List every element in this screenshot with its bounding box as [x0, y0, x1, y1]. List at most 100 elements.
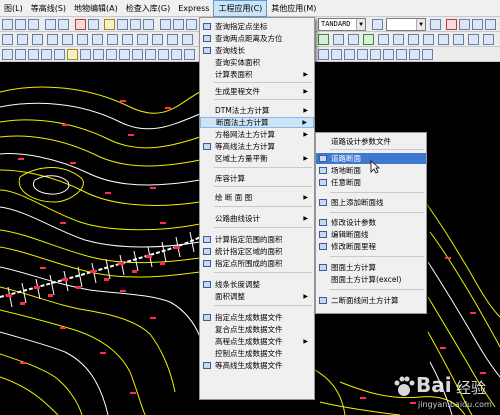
dim-style-icon[interactable]	[372, 19, 383, 30]
circle-icon[interactable]	[15, 49, 26, 60]
menu-item-draw-section[interactable]: 绘 断 面 图 ▶	[200, 192, 314, 203]
menu-item-balance[interactable]: 区域土方量平衡 ▶	[200, 153, 314, 164]
submenu-item-edit-params[interactable]: 修改设计参数	[316, 217, 426, 228]
menu-item-area-adjust[interactable]: 面积调整 ▶	[200, 291, 314, 302]
grid-icon[interactable]	[80, 49, 91, 60]
edit-icon[interactable]	[333, 34, 344, 45]
multileader-icon[interactable]	[459, 19, 470, 30]
hatch-icon[interactable]	[423, 34, 434, 45]
submenu-item-any-section[interactable]: 任意断面	[316, 177, 426, 188]
node-icon[interactable]	[318, 34, 329, 45]
menu-item-grid-earthwork[interactable]: 方格网法土方计算 ▶	[200, 129, 314, 140]
ring-icon[interactable]	[41, 49, 52, 60]
menu-item-point-datafile[interactable]: 指定点生成数据文件	[200, 312, 314, 323]
grid-icon[interactable]	[158, 49, 169, 60]
chart-icon[interactable]	[92, 34, 103, 45]
menu-engineering[interactable]: 工程应用(C)	[213, 0, 268, 17]
chart-icon[interactable]	[182, 34, 193, 45]
edit-icon[interactable]	[348, 34, 359, 45]
grid-icon[interactable]	[106, 49, 117, 60]
menu-other-apps[interactable]: 其他应用(M)	[267, 0, 320, 17]
menu-contour[interactable]: 等高线(S)	[27, 0, 70, 17]
grid-icon[interactable]	[132, 49, 143, 60]
menu-check-import[interactable]: 检查入库(G)	[122, 0, 174, 17]
menu-item-query-length[interactable]: 查询线长	[200, 45, 314, 56]
hatch-icon[interactable]	[453, 34, 464, 45]
table-icon[interactable]	[88, 19, 99, 30]
menu-item-range-area[interactable]: 计算指定范围的面积	[200, 234, 314, 245]
redo-icon[interactable]	[58, 19, 69, 30]
hatch-icon[interactable]	[378, 34, 389, 45]
menu-item-section-earthwork[interactable]: 断面法土方计算 ▶	[200, 117, 314, 128]
chart-icon[interactable]	[62, 34, 73, 45]
chart-icon[interactable]	[137, 34, 148, 45]
grid-icon[interactable]	[383, 49, 394, 60]
curve-icon[interactable]	[32, 34, 43, 45]
hatch-icon[interactable]	[438, 34, 449, 45]
layer-icon[interactable]	[186, 19, 197, 30]
pan-icon[interactable]	[28, 19, 39, 30]
submenu-item-edit-section-line[interactable]: 编辑断面线	[316, 229, 426, 240]
dim-style-combo[interactable]: ▼	[386, 18, 426, 31]
polyline-icon[interactable]	[17, 34, 28, 45]
grid-icon[interactable]	[422, 49, 433, 60]
chevron-down-icon[interactable]: ▼	[356, 19, 365, 30]
zoom-window-icon[interactable]	[15, 19, 26, 30]
menu-item-contour-datafile[interactable]: 等高线生成数据文件	[200, 360, 314, 371]
submenu-item-edit-mileage[interactable]: 修改断面里程	[316, 241, 426, 252]
help-icon[interactable]	[173, 19, 184, 30]
submenu-item-add-section-line[interactable]: 图上添加断面线	[316, 197, 426, 208]
menu-item-capacity[interactable]: 库容计算	[200, 173, 314, 184]
submenu-item-earthwork-excel[interactable]: 图面土方计算(excel)	[316, 274, 426, 285]
dtm-icon[interactable]	[363, 34, 374, 45]
block-icon[interactable]	[75, 19, 86, 30]
menu-feature-edit[interactable]: 地物编辑(A)	[70, 0, 122, 17]
grid-icon[interactable]	[184, 49, 195, 60]
grid-icon[interactable]	[93, 49, 104, 60]
measure-icon[interactable]	[160, 19, 171, 30]
copy-icon[interactable]	[130, 19, 141, 30]
chart-icon[interactable]	[77, 34, 88, 45]
chevron-down-icon[interactable]: ▼	[416, 19, 425, 30]
menu-item-control-datafile[interactable]: 控制点生成数据文件	[200, 348, 314, 359]
hatch-icon[interactable]	[483, 34, 494, 45]
grid-icon[interactable]	[145, 49, 156, 60]
ellipse-icon[interactable]	[28, 49, 39, 60]
table-style-icon[interactable]	[430, 19, 441, 30]
view-icon[interactable]	[485, 19, 496, 30]
grid-icon[interactable]	[370, 49, 381, 60]
menu-express[interactable]: Express	[174, 0, 213, 17]
menu-item-elevation-datafile[interactable]: 高程点生成数据文件 ▶	[200, 336, 314, 347]
submenu-item-road-params[interactable]: 道路设计参数文件	[316, 136, 426, 147]
hatch-icon[interactable]	[408, 34, 419, 45]
chart-icon[interactable]	[47, 34, 58, 45]
menu-item-query-area[interactable]: 查询实体面积	[200, 57, 314, 68]
chart-icon[interactable]	[167, 34, 178, 45]
menu-item-point-area[interactable]: 指定点所围成的面积	[200, 258, 314, 269]
menu-item-query-distance[interactable]: 查询两点距离及方位	[200, 33, 314, 44]
menu-item-composite-datafile[interactable]: 复合点生成数据文件	[200, 324, 314, 335]
pencil-icon[interactable]	[104, 19, 115, 30]
grid-icon[interactable]	[396, 49, 407, 60]
rotate-icon[interactable]	[143, 19, 154, 30]
grid-icon[interactable]	[344, 49, 355, 60]
menu-item-region-area[interactable]: 统计指定区域的面积	[200, 246, 314, 257]
highlight-icon[interactable]	[67, 49, 78, 60]
grid-icon[interactable]	[357, 49, 368, 60]
zoom-icon[interactable]	[2, 19, 13, 30]
submenu-item-earthwork-calc[interactable]: 图面土方计算	[316, 262, 426, 273]
menu-item-highway-curve[interactable]: 公路曲线设计 ▶	[200, 213, 314, 224]
grid-icon[interactable]	[472, 19, 483, 30]
chart-icon[interactable]	[152, 34, 163, 45]
hatch-icon[interactable]	[393, 34, 404, 45]
line-icon[interactable]	[2, 34, 13, 45]
move-icon[interactable]	[117, 19, 128, 30]
menu-item-query-point[interactable]: 查询指定点坐标	[200, 21, 314, 32]
diamond-icon[interactable]	[54, 49, 65, 60]
undo-icon[interactable]	[45, 19, 56, 30]
grid-icon[interactable]	[318, 49, 329, 60]
grid-icon[interactable]	[409, 49, 420, 60]
chart-icon[interactable]	[122, 34, 133, 45]
square-icon[interactable]	[2, 49, 13, 60]
menu-item-surface-area[interactable]: 计算表面积 ▶	[200, 69, 314, 80]
